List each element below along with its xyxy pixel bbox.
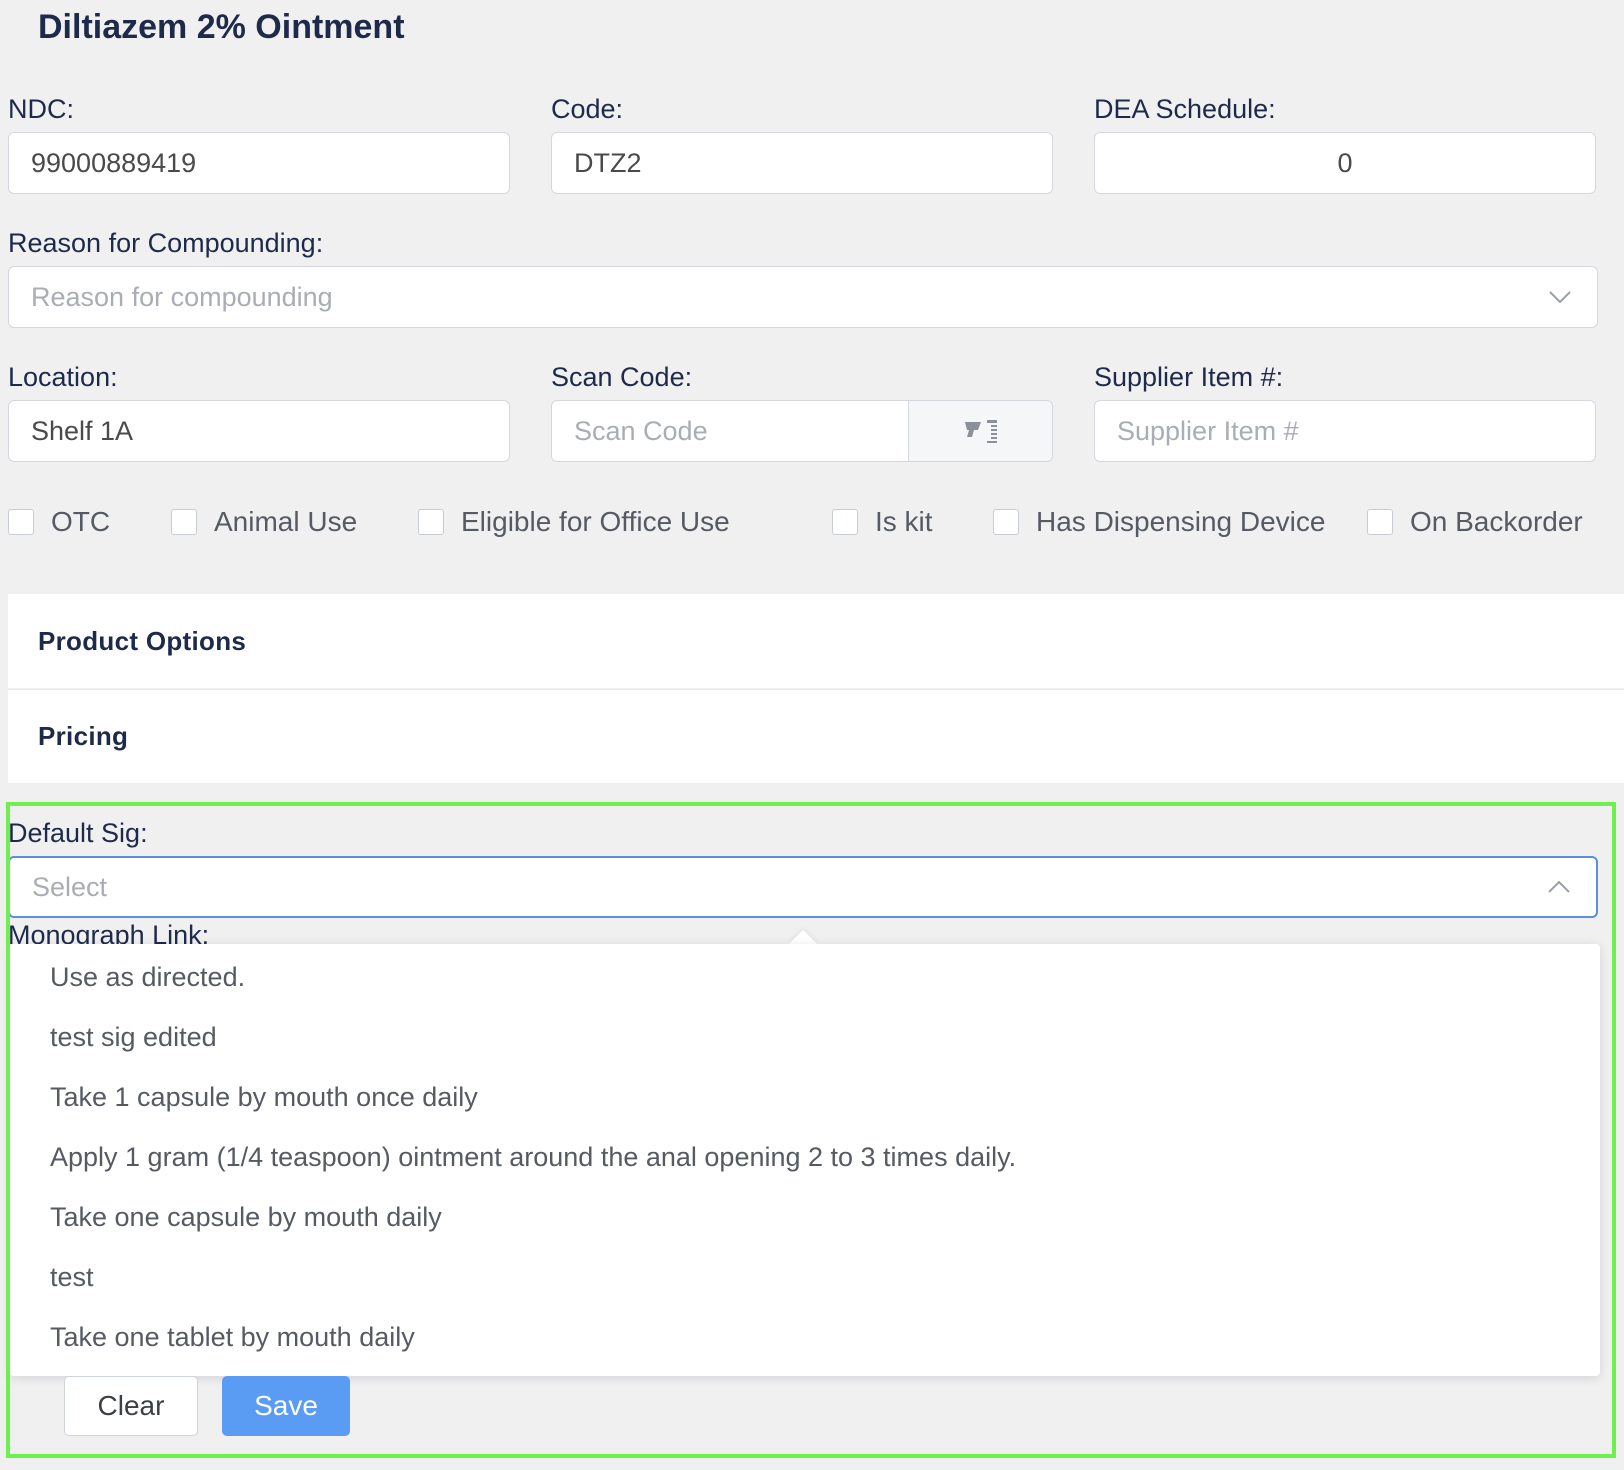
default-sig-dropdown: Use as directed. test sig edited Take 1 … <box>10 944 1600 1376</box>
default-sig-label: Default Sig: <box>8 818 148 848</box>
default-sig-placeholder: Select <box>32 871 108 902</box>
checkbox-box[interactable] <box>8 509 34 535</box>
monograph-link-label: Monograph Link: <box>8 920 210 946</box>
code-label: Code: <box>551 94 624 124</box>
sig-option[interactable]: Take 1 capsule by mouth once daily <box>50 1082 478 1113</box>
chevron-down-icon <box>1549 291 1571 303</box>
checkbox-box[interactable] <box>418 509 444 535</box>
barcode-scanner-icon <box>964 420 997 443</box>
default-sig-select[interactable]: Select <box>8 856 1598 918</box>
checkbox-box[interactable] <box>832 509 858 535</box>
supplier-item-input[interactable]: Supplier Item # <box>1094 400 1596 462</box>
backorder-label: On Backorder <box>1410 506 1583 537</box>
otc-checkbox[interactable]: OTC <box>8 506 110 538</box>
animal-use-checkbox[interactable]: Animal Use <box>171 506 357 538</box>
save-button[interactable]: Save <box>222 1376 350 1436</box>
animal-use-label: Animal Use <box>214 506 358 537</box>
sig-option[interactable]: Take one tablet by mouth daily <box>50 1322 415 1353</box>
clear-button[interactable]: Clear <box>64 1376 198 1436</box>
location-label: Location: <box>8 362 118 392</box>
ndc-input[interactable]: 99000889419 <box>8 132 510 194</box>
product-options-panel[interactable]: Product Options <box>8 594 1624 688</box>
checkbox-box[interactable] <box>1367 509 1393 535</box>
sig-option[interactable]: test sig edited <box>50 1022 217 1053</box>
checkbox-box[interactable] <box>993 509 1019 535</box>
dea-schedule-input[interactable]: 0 <box>1094 132 1596 194</box>
dispensing-device-label: Has Dispensing Device <box>1036 506 1326 537</box>
scan-code-input[interactable]: Scan Code <box>551 400 909 462</box>
is-kit-checkbox[interactable]: Is kit <box>832 506 933 538</box>
backorder-checkbox[interactable]: On Backorder <box>1367 506 1583 538</box>
sig-option[interactable]: Apply 1 gram (1/4 teaspoon) ointment aro… <box>50 1142 1016 1173</box>
otc-label: OTC <box>51 506 111 537</box>
page-title: Diltiazem 2% Ointment <box>38 8 405 46</box>
scan-code-label: Scan Code: <box>551 362 693 392</box>
is-kit-label: Is kit <box>875 506 933 537</box>
sig-option[interactable]: Take one capsule by mouth daily <box>50 1202 442 1233</box>
reason-label: Reason for Compounding: <box>8 228 324 258</box>
ndc-label: NDC: <box>8 94 74 124</box>
reason-select[interactable]: Reason for compounding <box>8 266 1598 328</box>
supplier-item-label: Supplier Item #: <box>1094 362 1284 392</box>
checkbox-box[interactable] <box>171 509 197 535</box>
office-use-label: Eligible for Office Use <box>461 506 730 537</box>
scan-button[interactable] <box>908 400 1053 462</box>
dea-schedule-label: DEA Schedule: <box>1094 94 1276 124</box>
dispensing-device-checkbox[interactable]: Has Dispensing Device <box>993 506 1325 538</box>
office-use-checkbox[interactable]: Eligible for Office Use <box>418 506 730 538</box>
pricing-panel[interactable]: Pricing <box>8 689 1624 783</box>
code-input[interactable]: DTZ2 <box>551 132 1053 194</box>
sig-option[interactable]: Use as directed. <box>50 962 245 993</box>
reason-placeholder: Reason for compounding <box>31 281 333 312</box>
sig-option[interactable]: test <box>50 1262 94 1293</box>
location-input[interactable]: Shelf 1A <box>8 400 510 462</box>
chevron-up-icon <box>1548 881 1570 893</box>
